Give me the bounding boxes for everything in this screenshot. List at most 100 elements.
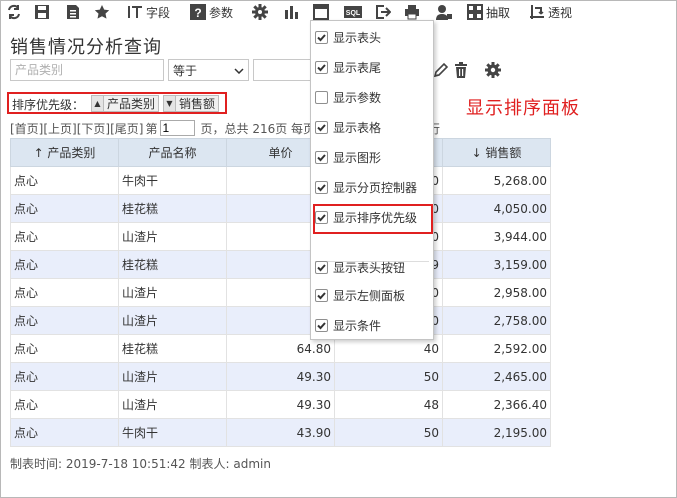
operator-select[interactable]: 等于 (168, 59, 249, 81)
bar-chart-icon (283, 4, 299, 20)
cell-sales: 2,592.00 (442, 334, 551, 363)
menu-item-option[interactable]: 显示左侧面板 (315, 284, 405, 306)
checked-checkbox-icon[interactable] (315, 260, 328, 274)
menu-item-label: 显示左侧面板 (333, 288, 406, 303)
menu-item-option[interactable]: 显示表尾 (315, 56, 381, 78)
cell-quantity: 50 (334, 418, 443, 447)
menu-item-label: 显示排序优先级 (333, 210, 418, 225)
menu-item-option[interactable]: 显示图形 (315, 146, 381, 168)
checked-checkbox-icon[interactable] (315, 120, 328, 134)
cell-category: 点心 (10, 222, 119, 251)
field-button[interactable]: 字段 (127, 3, 170, 21)
extract-label: 抽取 (486, 5, 511, 20)
pencil-icon (432, 61, 450, 79)
cell-category: 点心 (10, 390, 119, 419)
unchecked-checkbox-icon[interactable] (315, 90, 328, 104)
column-header-sales[interactable]: ↓ 销售额 (442, 138, 551, 167)
checked-checkbox-icon[interactable] (315, 30, 328, 44)
cell-category: 点心 (10, 306, 119, 335)
sort-chip-sales[interactable]: ▼ 销售额 (163, 95, 220, 112)
cell-product: 桂花糕 (118, 250, 227, 279)
report-footer: 制表时间: 2019-7-18 10:51:42 制表人: admin (10, 457, 271, 471)
user-button[interactable] (436, 3, 452, 21)
print-icon (404, 4, 420, 20)
star-icon (94, 4, 110, 20)
next-page-link[interactable]: [下页] (77, 120, 110, 137)
gear-icon (484, 61, 502, 79)
menu-item-option[interactable]: 显示条件 (315, 314, 381, 336)
cell-sales: 2,958.00 (442, 278, 551, 307)
edit-button[interactable] (432, 61, 450, 79)
export-button[interactable] (375, 3, 391, 21)
cell-product: 山渣片 (118, 390, 227, 419)
table-row: 点心桂花糕8193,159.00 (10, 250, 551, 279)
print-button[interactable] (404, 3, 420, 21)
checked-checkbox-icon[interactable] (315, 318, 328, 332)
sql-button[interactable]: SQL (344, 3, 362, 21)
cell-product: 牛肉干 (118, 418, 227, 447)
menu-item-option[interactable]: 显示参数 (315, 86, 381, 108)
cell-category: 点心 (10, 250, 119, 279)
save-button[interactable] (34, 3, 50, 21)
checked-checkbox-icon[interactable] (315, 180, 328, 194)
cell-sales: 2,195.00 (442, 418, 551, 447)
layout-button[interactable] (313, 3, 329, 21)
sort-priority-label: 排序优先级： (12, 98, 85, 112)
checked-checkbox-icon[interactable] (315, 150, 328, 164)
checked-checkbox-icon[interactable] (315, 288, 328, 302)
column-header-product[interactable]: 产品名称 (118, 138, 227, 167)
menu-item-option[interactable]: 显示表头 (315, 26, 381, 48)
refresh-button[interactable] (6, 3, 22, 21)
first-page-link[interactable]: [首页] (10, 120, 43, 137)
delete-button[interactable] (452, 61, 470, 79)
page-number-input[interactable] (159, 120, 195, 136)
field-label: 字段 (146, 5, 171, 20)
last-page-link[interactable]: [尾页] (110, 120, 143, 137)
table-row: 点心 牛肉干 43.90 50 2,195.00 (10, 418, 551, 447)
sql-icon-text: SQL (346, 10, 361, 17)
pager: [首页] [上页] [下页] [尾页] 第 页，总共 216页 每页 (10, 120, 315, 136)
checked-checkbox-icon[interactable] (315, 60, 328, 74)
pivot-icon (529, 4, 545, 20)
sort-chip-category[interactable]: ▲ 产品类别 (91, 95, 160, 112)
sort-down-icon: ▼ (164, 96, 176, 111)
save-as-icon (65, 4, 81, 20)
extract-button[interactable]: 抽取 (467, 3, 510, 21)
pivot-button[interactable]: 透视 (529, 3, 572, 21)
menu-item-option[interactable]: 显示表格 (315, 116, 381, 138)
save-as-button[interactable] (65, 3, 81, 21)
menu-item-option[interactable]: 显示表头按钮 (315, 256, 405, 278)
extract-icon (467, 4, 483, 20)
cell-quantity: 48 (334, 390, 443, 419)
cell-price: 49.30 (226, 390, 335, 419)
cell-sales: 2,465.00 (442, 362, 551, 391)
settings-button[interactable] (252, 3, 268, 21)
menu-item-option[interactable]: 显示分页控制器 (315, 176, 417, 198)
sql-icon: SQL (344, 4, 362, 20)
cell-product: 山渣片 (118, 222, 227, 251)
chart-button[interactable] (283, 3, 299, 21)
chevron-down-icon (234, 63, 244, 77)
condition-value-input[interactable] (253, 59, 313, 81)
svg-text:?: ? (194, 6, 201, 20)
favorite-button[interactable] (94, 3, 110, 21)
cell-sales: 5,268.00 (442, 166, 551, 195)
table-row: 点心山渣片4902,958.00 (10, 278, 551, 307)
prev-page-link[interactable]: [上页] (43, 120, 76, 137)
annotation-text: 显示排序面板 (466, 98, 580, 119)
checked-checkbox-icon[interactable] (315, 210, 328, 224)
save-icon (34, 4, 50, 20)
table-row: 点心 山渣片 49.30 50 2,465.00 (10, 362, 551, 391)
column-header-category[interactable]: ↑ 产品类别 (10, 138, 119, 167)
table-row: 点心山渣片3902,758.00 (10, 306, 551, 335)
menu-item-option[interactable]: 显示排序优先级 (315, 206, 417, 228)
condition-field-input[interactable] (10, 59, 164, 81)
operator-value: 等于 (173, 63, 198, 78)
param-button[interactable]: ? 参数 (190, 3, 233, 21)
gear-icon (252, 4, 268, 20)
menu-item-label: 显示表头按钮 (333, 260, 406, 275)
help-icon: ? (190, 4, 206, 20)
export-icon (375, 4, 391, 20)
condition-settings-button[interactable] (484, 61, 502, 79)
cell-category: 点心 (10, 166, 119, 195)
